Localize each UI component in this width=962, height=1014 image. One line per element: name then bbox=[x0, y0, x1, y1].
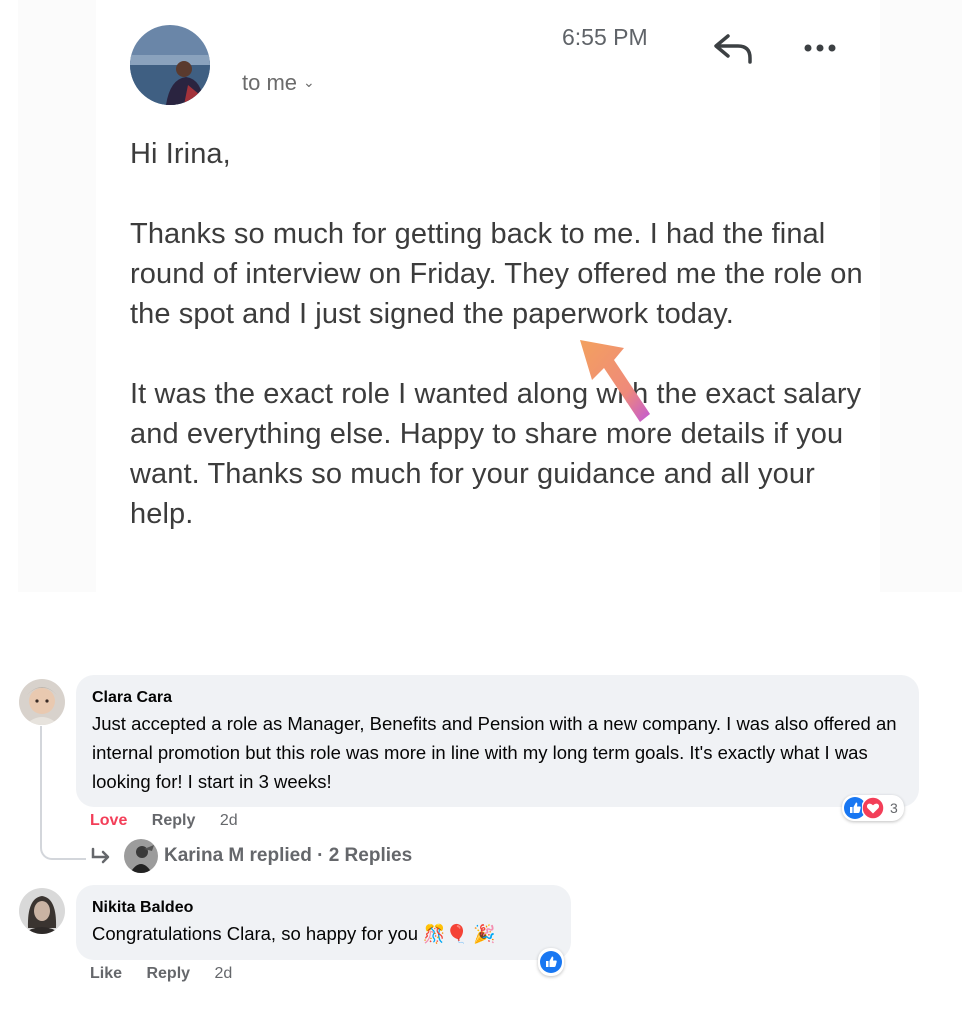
comment-author[interactable]: Nikita Baldeo bbox=[92, 897, 555, 919]
avatar-clara-cara[interactable] bbox=[19, 679, 65, 725]
more-options-icon[interactable] bbox=[800, 38, 840, 58]
like-icon bbox=[540, 951, 562, 973]
email-greeting: Hi Irina, bbox=[130, 138, 231, 170]
comment-bubble-clara: Clara Cara Just accepted a role as Manag… bbox=[76, 675, 919, 807]
balloon-emoji: 🎈 bbox=[445, 924, 468, 944]
email-timestamp: 6:55 PM bbox=[562, 24, 648, 50]
recipient-label: to me bbox=[242, 70, 298, 95]
chevron-down-icon: ⌄ bbox=[303, 74, 315, 90]
email-paragraph-2: It was the exact role I wanted along wit… bbox=[130, 378, 862, 530]
comment-actions: Like Reply 2d bbox=[90, 965, 252, 983]
reply-button[interactable]: Reply bbox=[152, 812, 196, 829]
comment-text: Congratulations Clara, so happy for you bbox=[92, 923, 418, 944]
comment-time[interactable]: 2d bbox=[215, 965, 233, 982]
comment-time[interactable]: 2d bbox=[220, 812, 238, 829]
reply-button[interactable]: Reply bbox=[146, 965, 190, 982]
reaction-summary[interactable]: 3 bbox=[842, 795, 904, 821]
email-paragraph-1: Thanks so much for getting back to me. I… bbox=[130, 218, 863, 330]
sender-avatar[interactable] bbox=[130, 25, 210, 105]
party-popper-emoji: 🎉 bbox=[473, 924, 496, 944]
email-body: Hi Irina, Thanks so much for getting bac… bbox=[130, 134, 870, 574]
reaction-count: 3 bbox=[890, 800, 898, 816]
like-button[interactable]: Like bbox=[90, 965, 122, 982]
reply-icon[interactable] bbox=[712, 32, 754, 66]
comment-text: Just accepted a role as Manager, Benefit… bbox=[92, 713, 897, 792]
view-replies-link[interactable]: Karina M replied · 2 Replies bbox=[90, 838, 412, 874]
love-icon bbox=[862, 797, 884, 819]
reaction-summary[interactable] bbox=[538, 948, 564, 976]
comment-bubble-nikita: Nikita Baldeo Congratulations Clara, so … bbox=[76, 885, 571, 960]
reply-arrow-icon bbox=[91, 847, 110, 864]
comment-actions: Love Reply 2d bbox=[90, 812, 258, 830]
avatar-karina-m bbox=[124, 839, 158, 873]
recipient-dropdown[interactable]: to me ⌄ bbox=[242, 70, 315, 96]
comment-text-row: Congratulations Clara, so happy for you … bbox=[92, 919, 555, 949]
annotation-arrow-icon bbox=[580, 340, 650, 422]
avatar-nikita-baldeo[interactable] bbox=[19, 888, 65, 934]
replies-summary: Karina M replied · 2 Replies bbox=[164, 845, 413, 866]
comment-author[interactable]: Clara Cara bbox=[92, 687, 903, 709]
love-reaction-button[interactable]: Love bbox=[90, 812, 127, 829]
confetti-emoji: 🎊 bbox=[423, 924, 446, 944]
